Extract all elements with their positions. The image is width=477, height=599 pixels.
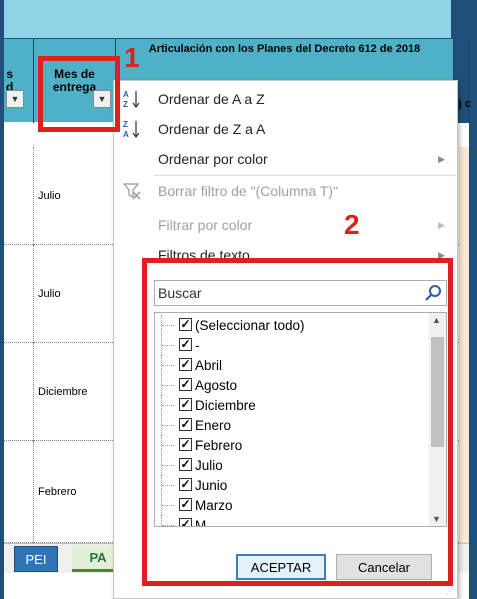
svg-text:Z: Z (123, 100, 128, 109)
submenu-arrow-icon: ▶ (438, 219, 445, 230)
annotation-box-2 (142, 258, 453, 586)
sort-descending-icon: ZA (121, 118, 143, 140)
top-band-dark (451, 0, 469, 38)
annotation-number-2: 2 (344, 209, 360, 240)
menu-item-sort-by-color[interactable]: Ordenar por color ▶ (114, 147, 457, 171)
menu-item-label: Ordenar de A a Z (158, 91, 265, 107)
column-header-fragment: ) c (458, 98, 471, 110)
menu-separator (154, 175, 456, 176)
menu-item-sort-z-a[interactable]: ZA Ordenar de Z a A (114, 117, 457, 141)
cell-right[interactable] (459, 441, 469, 543)
svg-text:A: A (123, 130, 129, 139)
frame-right (469, 0, 477, 599)
annotation-number-1: 1 (124, 42, 140, 73)
menu-item-label: Ordenar de Z a A (158, 121, 266, 137)
sort-ascending-icon: AZ (121, 88, 143, 110)
column-header-s[interactable]: s d (4, 39, 34, 123)
annotation-box-1 (38, 56, 120, 132)
cell-right[interactable] (459, 147, 469, 245)
sheet-tab-pei[interactable]: PEI (14, 546, 58, 572)
cell-s[interactable] (4, 441, 34, 543)
cell-mes[interactable]: Febrero (34, 441, 116, 543)
menu-item-label: Ordenar por color (158, 151, 268, 167)
menu-item-sort-a-z[interactable]: AZ Ordenar de A a Z (114, 87, 457, 111)
cell-mes[interactable]: Julio (34, 147, 116, 245)
resize-grip-icon[interactable]: ⋰ (446, 587, 454, 596)
cell-s[interactable] (4, 245, 34, 343)
menu-item-label: Filtrar por color (158, 217, 253, 233)
top-band (4, 0, 469, 38)
svg-text:A: A (123, 90, 129, 99)
cell-right[interactable] (459, 343, 469, 441)
chevron-down-icon: ▼ (10, 94, 20, 104)
menu-item-label: Borrar filtro de "(Columna T)" (158, 183, 339, 199)
menu-item-clear-filter[interactable]: Borrar filtro de "(Columna T)" (114, 179, 457, 203)
cell-mes[interactable]: Julio (34, 245, 116, 343)
cell-right[interactable] (459, 245, 469, 343)
cell-s[interactable] (4, 147, 34, 245)
svg-text:Z: Z (123, 120, 128, 129)
menu-item-filter-by-color[interactable]: Filtrar por color ▶ (114, 213, 457, 237)
cell-s[interactable] (4, 343, 34, 441)
clear-filter-icon (121, 180, 143, 202)
cell-mes[interactable]: Diciembre (34, 343, 116, 441)
submenu-arrow-icon: ▶ (438, 153, 445, 164)
filter-dropdown-s[interactable]: ▼ (6, 90, 24, 108)
